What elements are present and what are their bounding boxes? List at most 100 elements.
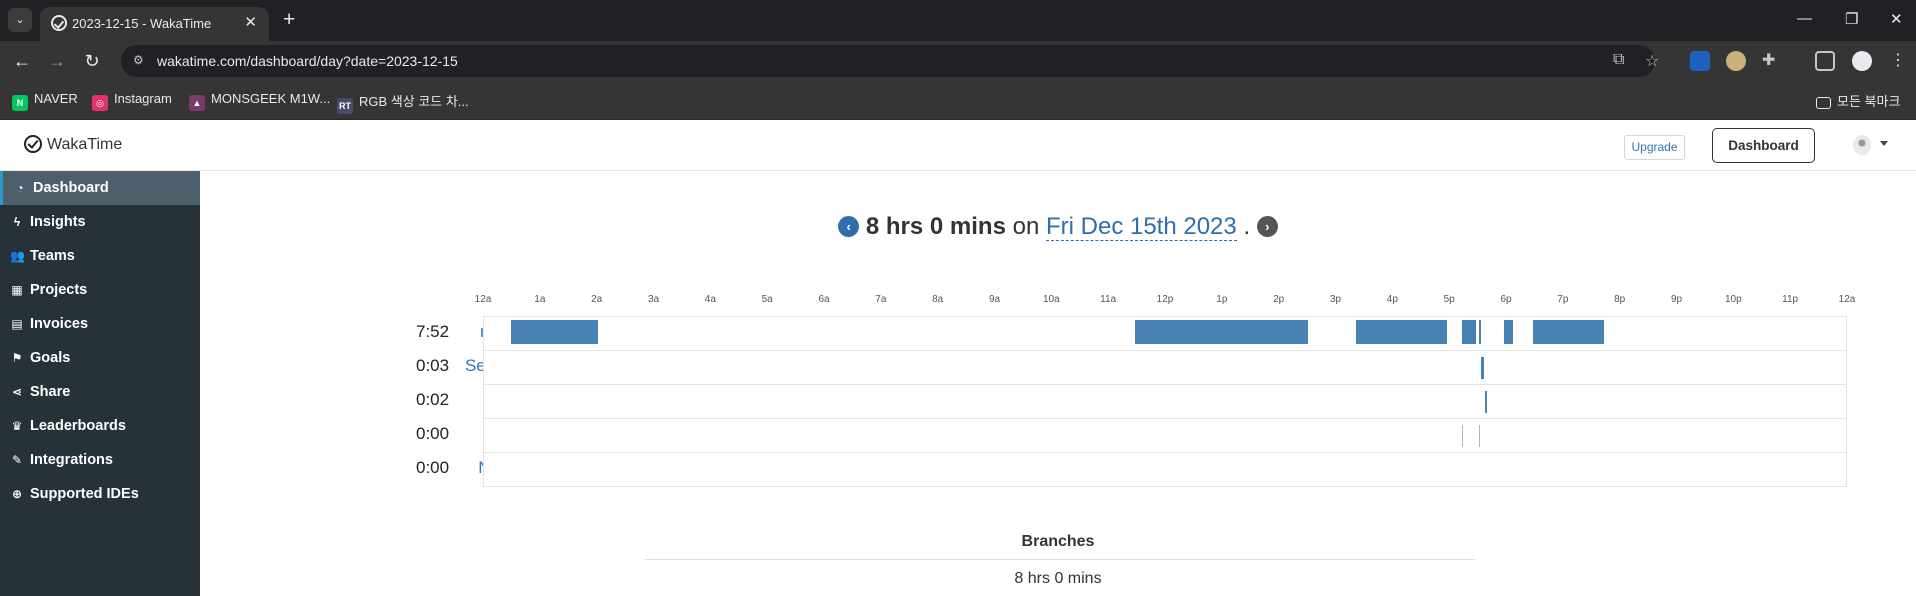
bookmark-label: Instagram [114, 91, 172, 106]
browser-toolbar: ← → ↻ ⚙ wakatime.com/dashboard/day?date=… [0, 41, 1916, 81]
axis-tick-label: 6a [818, 294, 830, 305]
axis-tick-label: 1a [534, 294, 546, 305]
bookmark-label: RGB 색상 코드 차... [359, 94, 469, 109]
axis-tick-label: 4a [704, 294, 716, 305]
extension-avatar-icon[interactable] [1726, 51, 1746, 71]
axis-tick-label: 11p [1782, 294, 1799, 305]
axis-tick-label: 2p [1273, 294, 1285, 305]
axis-tick-label: 12a [1838, 294, 1856, 305]
bookmark-naver[interactable]: N NAVER [12, 91, 78, 111]
project-track [483, 350, 1847, 384]
branches-total: 8 hrs 0 mins [1014, 570, 1102, 587]
timeline-segment[interactable] [1461, 425, 1464, 447]
bookmarks-bar: N NAVER ◎ Instagram ▲ MONSGEEK M1W... RT RGB… [0, 81, 1916, 120]
axis-tick-label: 3a [647, 294, 660, 305]
timeline-segment[interactable] [1478, 425, 1481, 447]
axis-tick-label: 5a [761, 294, 773, 305]
sidebar-item-projects[interactable]: ▦ Projects [0, 273, 200, 307]
flag-icon: ⚑ [11, 351, 23, 365]
axis-tick-label: 9p [1670, 294, 1683, 305]
project-track [483, 384, 1847, 418]
browser-menu-icon[interactable]: ⋮ [1890, 51, 1910, 71]
grid-icon: ▦ [11, 283, 23, 297]
profile-avatar-icon[interactable] [1852, 51, 1872, 71]
rgb-icon: RT [337, 98, 353, 114]
address-bar[interactable]: ⚙ wakatime.com/dashboard/day?date=2023-1… [121, 45, 1659, 77]
axis-tick-label: 12p [1156, 294, 1174, 305]
site-info-icon[interactable]: ⚙ [133, 53, 149, 69]
sidebar-item-invoices[interactable]: ▤ Invoices [0, 307, 200, 341]
sidebar-item-label: Integrations [30, 452, 113, 468]
timeline-segment[interactable] [1504, 320, 1513, 344]
project-duration: 0:00 [416, 424, 450, 443]
sidebar-item-insights[interactable]: ϟ Insights [0, 205, 200, 239]
upgrade-button[interactable]: Upgrade [1624, 135, 1685, 160]
back-arrow-icon[interactable]: ← [10, 49, 34, 73]
wrench-icon: ✎ [11, 453, 23, 467]
file-icon: ▤ [11, 317, 23, 331]
browser-tabstrip: ⌄ 2023-12-15 - WakaTime ✕ + — ❐ ✕ [0, 0, 1916, 41]
timeline-segment[interactable] [1356, 320, 1448, 344]
brand-logo[interactable]: WakaTime [24, 135, 122, 154]
bookmark-label: MONSGEEK M1W... [211, 91, 331, 106]
bookmark-monsgeek[interactable]: ▲ MONSGEEK M1W... [189, 91, 331, 111]
tab-search-chevron-icon[interactable]: ⌄ [8, 8, 32, 32]
user-menu-caret-icon[interactable] [1880, 141, 1888, 146]
bookmark-instagram[interactable]: ◎ Instagram [92, 91, 172, 111]
share-icon: ⋖ [11, 385, 23, 399]
forward-arrow-icon[interactable]: → [45, 49, 69, 73]
side-panel-icon[interactable] [1815, 51, 1835, 71]
timeline-segment[interactable] [1481, 357, 1485, 379]
minimize-icon[interactable]: — [1797, 10, 1812, 27]
tab-close-icon[interactable]: ✕ [244, 13, 257, 31]
project-track [483, 316, 1847, 350]
install-app-icon[interactable]: ⧉ [1613, 51, 1624, 69]
axis-tick-label: 12a [474, 294, 492, 305]
window-close-icon[interactable]: ✕ [1890, 10, 1903, 28]
timeline-segment[interactable] [1478, 320, 1482, 344]
plus-circle-icon: ⊕ [11, 487, 23, 501]
all-bookmarks[interactable]: 모든 북마크 [1816, 91, 1900, 109]
sidebar-item-leaderboards[interactable]: ♛ Leaderboards [0, 409, 200, 443]
timeline-segment[interactable] [1484, 391, 1488, 413]
timeline-segment[interactable] [511, 320, 598, 344]
axis-tick-label: 5p [1443, 294, 1455, 305]
axis-tick-label: 6p [1500, 294, 1512, 305]
bookmark-star-icon[interactable]: ☆ [1645, 51, 1659, 71]
timeline-segment[interactable] [1134, 320, 1309, 344]
axis-tick-label: 9a [988, 294, 1001, 305]
sidebar-item-integrations[interactable]: ✎ Integrations [0, 443, 200, 477]
main-content: ‹ 8 hrs 0 mins on Fri Dec 15th 2023 . › … [200, 171, 1916, 596]
all-bookmarks-label: 모든 북마크 [1837, 94, 1901, 109]
monsgeek-icon: ▲ [189, 95, 205, 111]
new-tab-plus-icon[interactable]: + [283, 8, 295, 32]
browser-tab[interactable]: 2023-12-15 - WakaTime ✕ [40, 7, 269, 41]
user-avatar[interactable] [1853, 135, 1871, 155]
branches-divider [645, 559, 1475, 560]
sidebar-item-label: Invoices [30, 316, 89, 332]
url-text[interactable]: wakatime.com/dashboard/day?date=2023-12-… [157, 53, 458, 69]
extensions-puzzle-icon[interactable]: ✚ [1762, 51, 1782, 71]
timeline-segment[interactable] [1461, 320, 1476, 344]
axis-tick-label: 4p [1386, 294, 1398, 305]
sidebar-item-supported-ides[interactable]: ⊕ Supported IDEs [0, 477, 200, 511]
sidebar-item-share[interactable]: ⋖ Share [0, 375, 200, 409]
restore-icon[interactable]: ❐ [1845, 10, 1858, 28]
site-header: WakaTime Upgrade Dashboard [0, 120, 1916, 171]
timeline-segment[interactable] [1532, 320, 1604, 344]
axis-tick-label: 10p [1724, 294, 1742, 305]
sidebar-item-label: Projects [30, 282, 88, 298]
bookmark-rgb[interactable]: RT RGB 색상 코드 차... [337, 91, 469, 114]
sidebar-item-label: Insights [30, 214, 86, 230]
reload-icon[interactable]: ↻ [80, 49, 104, 73]
sidebar-item-teams[interactable]: 👥 Teams [0, 239, 200, 273]
brand-name: WakaTime [47, 136, 123, 153]
bolt-icon: ϟ [13, 215, 21, 229]
bitwarden-extension-icon[interactable] [1690, 51, 1710, 71]
trophy-icon: ♛ [11, 419, 23, 433]
bookmark-label: NAVER [34, 91, 78, 106]
sidebar-item-dashboard[interactable]: ◔ Dashboard [0, 171, 200, 205]
sidebar-item-goals[interactable]: ⚑ Goals [0, 341, 200, 375]
dashboard-button[interactable]: Dashboard [1712, 128, 1815, 163]
sidebar-item-label: Share [30, 384, 71, 400]
